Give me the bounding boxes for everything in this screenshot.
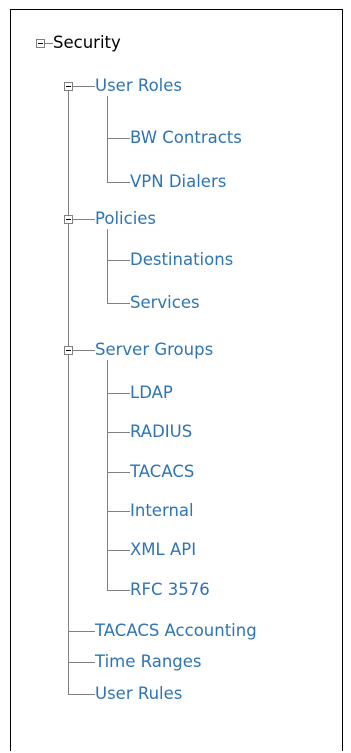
tree-node-destinations[interactable]: Destinations: [130, 249, 233, 271]
tree-connector-internal: [107, 511, 130, 512]
tree-node-ldap[interactable]: LDAP: [130, 382, 173, 404]
tree-connector-radius: [107, 432, 130, 433]
tree-connector-vpn-dialers: [107, 182, 130, 183]
tree-connector-xml-api: [107, 550, 130, 551]
collapse-toggle-policies[interactable]: [64, 215, 73, 224]
tree-connector-tacacs: [107, 472, 130, 473]
tree-connector-services: [107, 303, 130, 304]
tree-connector-level1: [68, 87, 69, 695]
tree-connector-user-rules: [68, 694, 95, 695]
tree-connector-time-ranges: [68, 662, 95, 663]
tree-node-tacacs-accounting[interactable]: TACACS Accounting: [95, 620, 257, 642]
tree-node-xml-api[interactable]: XML API: [130, 539, 196, 561]
tree-connector-user-roles: [107, 96, 108, 183]
tree-node-security[interactable]: Security: [53, 32, 121, 54]
tree-node-internal[interactable]: Internal: [130, 500, 194, 522]
collapse-toggle-user-roles[interactable]: [64, 82, 73, 91]
tree-connector-root: [45, 43, 53, 44]
tree-connector-user-roles-h: [73, 86, 95, 87]
tree-connector-ldap: [107, 393, 130, 394]
tree-node-rfc-3576[interactable]: RFC 3576: [130, 579, 210, 601]
tree-connector-server-groups-h: [73, 350, 95, 351]
tree-node-policies[interactable]: Policies: [95, 208, 156, 230]
collapse-toggle-security[interactable]: [36, 39, 45, 48]
tree-connector-policies: [107, 229, 108, 304]
tree-node-user-rules[interactable]: User Rules: [95, 683, 182, 705]
tree-connector-rfc-3576: [107, 590, 130, 591]
tree-node-bw-contracts[interactable]: BW Contracts: [130, 127, 242, 149]
security-tree-panel: Security User Roles BW Contracts VPN Dia…: [10, 9, 343, 751]
tree-connector-destinations: [107, 260, 130, 261]
tree-node-server-groups[interactable]: Server Groups: [95, 339, 213, 361]
tree-node-tacacs[interactable]: TACACS: [130, 461, 194, 483]
tree-connector-tacacs-accounting: [68, 631, 95, 632]
tree-node-radius[interactable]: RADIUS: [130, 421, 192, 443]
tree-connector-server-groups: [107, 360, 108, 591]
tree-node-time-ranges[interactable]: Time Ranges: [95, 651, 202, 673]
tree-node-user-roles[interactable]: User Roles: [95, 75, 182, 97]
tree-connector-bw-contracts: [107, 138, 130, 139]
tree-connector-policies-h: [73, 219, 95, 220]
tree-node-vpn-dialers[interactable]: VPN Dialers: [130, 171, 226, 193]
tree-node-services[interactable]: Services: [130, 292, 200, 314]
collapse-toggle-server-groups[interactable]: [64, 346, 73, 355]
